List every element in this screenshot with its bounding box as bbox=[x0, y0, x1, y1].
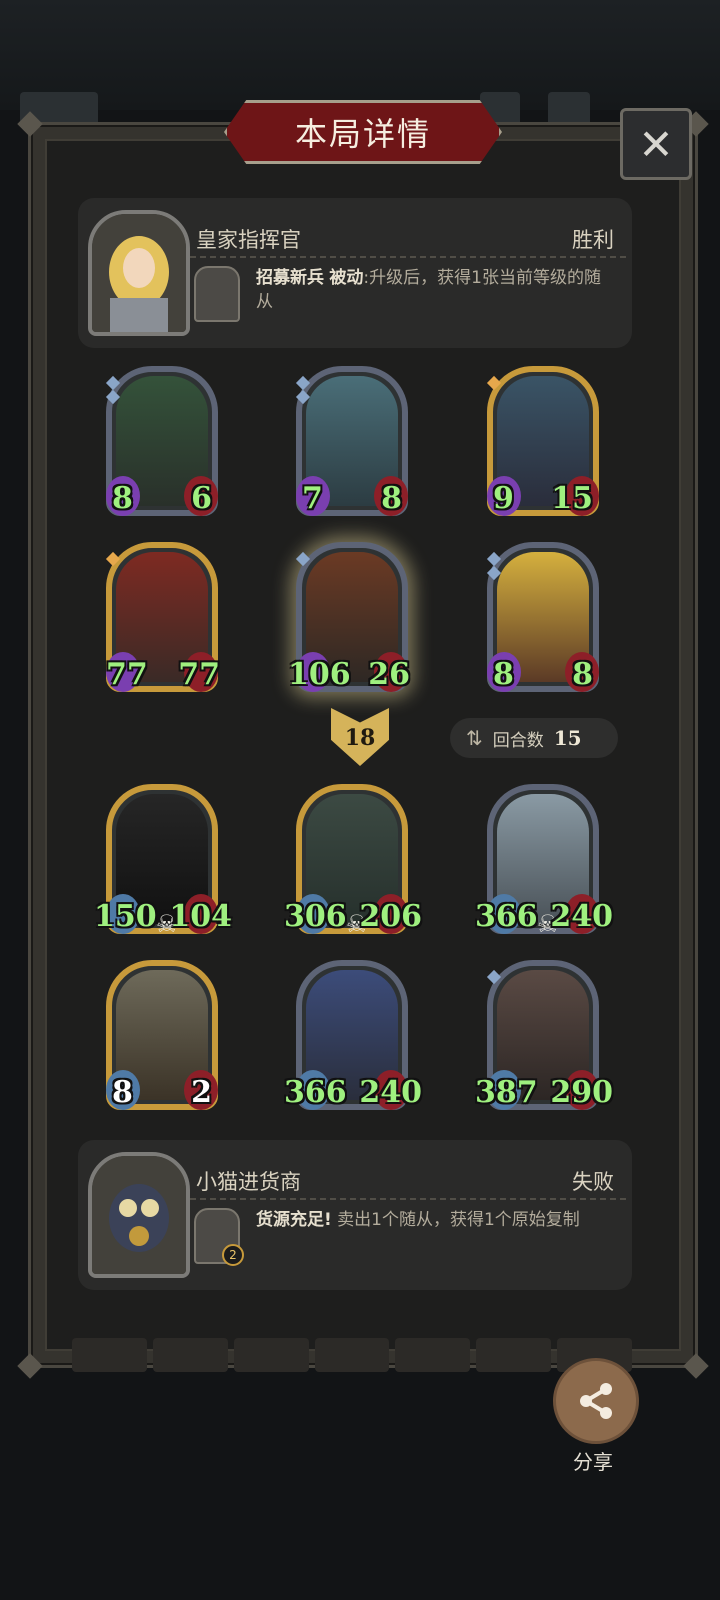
share-button[interactable] bbox=[553, 1358, 639, 1444]
winner-result: 胜利 bbox=[572, 228, 614, 252]
minion-card[interactable]: 8 8 bbox=[486, 542, 599, 692]
health-value: 240 bbox=[550, 899, 613, 934]
health-value: 240 bbox=[359, 1075, 422, 1110]
attack-value: 8 bbox=[112, 1075, 133, 1110]
bg-slot bbox=[152, 1338, 228, 1372]
loser-result: 失败 bbox=[572, 1170, 614, 1194]
health-value: 6 bbox=[191, 481, 212, 516]
skill-name: 货源充足! bbox=[256, 1210, 332, 1230]
attack-value: 366 bbox=[475, 899, 538, 934]
round-value: 15 bbox=[553, 726, 582, 750]
loser-skill-description: 货源充足! 卖出1个随从，获得1个原始复制 bbox=[256, 1208, 616, 1232]
attack-value: 150 bbox=[94, 899, 157, 934]
bg-slot bbox=[233, 1338, 309, 1372]
health-value: 2 bbox=[191, 1075, 212, 1110]
attack-value: 7 bbox=[302, 481, 323, 516]
frame-corner bbox=[683, 1353, 709, 1379]
hero-avatar bbox=[88, 1152, 190, 1278]
attack-value: 306 bbox=[284, 899, 347, 934]
attack-value: 77 bbox=[106, 657, 148, 692]
bg-slot bbox=[476, 1338, 552, 1372]
loser-hero-panel[interactable]: 小猫进货商 失败 2 货源充足! 卖出1个随从，获得1个原始复制 bbox=[78, 1140, 632, 1290]
bg-slot bbox=[395, 1338, 471, 1372]
health-value: 290 bbox=[550, 1075, 613, 1110]
share-icon bbox=[580, 1383, 612, 1419]
background-header bbox=[0, 0, 720, 128]
attack-value: 8 bbox=[493, 657, 514, 692]
minion-card[interactable]: 8 2 bbox=[106, 960, 218, 1110]
minion-card[interactable]: 387 290 bbox=[475, 960, 613, 1110]
minion-card[interactable]: 8 6 bbox=[105, 366, 218, 516]
round-label: 回合数 bbox=[492, 730, 544, 751]
winner-skill-description: 招募新兵 被动:升级后，获得1张当前等级的随从 bbox=[256, 266, 616, 314]
hero-avatar bbox=[88, 210, 190, 336]
attack-value: 366 bbox=[284, 1075, 347, 1110]
health-value: 15 bbox=[551, 481, 593, 516]
dialog-title: 本局详情 bbox=[224, 100, 502, 164]
close-button[interactable]: ✕ bbox=[620, 108, 692, 180]
minion-card[interactable]: 150 ☠ 104 bbox=[94, 784, 232, 938]
attack-value: 9 bbox=[493, 481, 514, 516]
minion-card[interactable]: 366 ☠ 240 bbox=[475, 784, 613, 938]
attack-value: 106 bbox=[288, 657, 351, 692]
refresh-icon: ⇅ bbox=[466, 726, 483, 750]
health-value: 8 bbox=[572, 657, 593, 692]
bg-slot bbox=[314, 1338, 390, 1372]
minion-card[interactable]: 7 8 bbox=[295, 366, 408, 516]
skill-desc: 卖出1个随从，获得1个原始复制 bbox=[337, 1210, 580, 1230]
minion-card[interactable]: 366 240 bbox=[284, 960, 422, 1110]
skill-icon bbox=[194, 266, 240, 322]
skill-level-badge: 2 bbox=[222, 1244, 244, 1266]
winner-hero-panel[interactable]: 皇家指挥官 胜利 招募新兵 被动:升级后，获得1张当前等级的随从 bbox=[78, 198, 632, 348]
skill-icon: 2 bbox=[194, 1208, 244, 1266]
winner-hero-name: 皇家指挥官 bbox=[196, 228, 301, 252]
skill-type: 被动 bbox=[329, 268, 364, 288]
attack-value: 8 bbox=[112, 481, 133, 516]
frame-corner bbox=[17, 1353, 43, 1379]
background-board-strip bbox=[72, 1338, 633, 1372]
divider bbox=[190, 1198, 626, 1200]
attack-value: 387 bbox=[475, 1075, 538, 1110]
minion-card-highlighted[interactable]: 106 26 bbox=[288, 542, 410, 692]
minion-card[interactable]: 9 15 bbox=[486, 366, 599, 516]
loser-hero-name: 小猫进货商 bbox=[196, 1170, 301, 1194]
share-label: 分享 bbox=[573, 1450, 613, 1474]
divider bbox=[190, 256, 626, 258]
bg-slot bbox=[72, 1338, 147, 1372]
health-value: 104 bbox=[169, 899, 232, 934]
minion-card[interactable]: 306 ☠ 206 bbox=[284, 784, 422, 938]
minion-card[interactable]: 77 77 bbox=[105, 542, 220, 692]
health-value: 8 bbox=[381, 481, 402, 516]
health-value: 206 bbox=[359, 899, 422, 934]
health-value: 77 bbox=[178, 657, 220, 692]
close-icon: ✕ bbox=[638, 119, 674, 169]
health-value: 26 bbox=[368, 657, 410, 692]
skill-name: 招募新兵 bbox=[256, 268, 324, 288]
round-count: ⇅ 回合数 15 bbox=[450, 718, 618, 758]
